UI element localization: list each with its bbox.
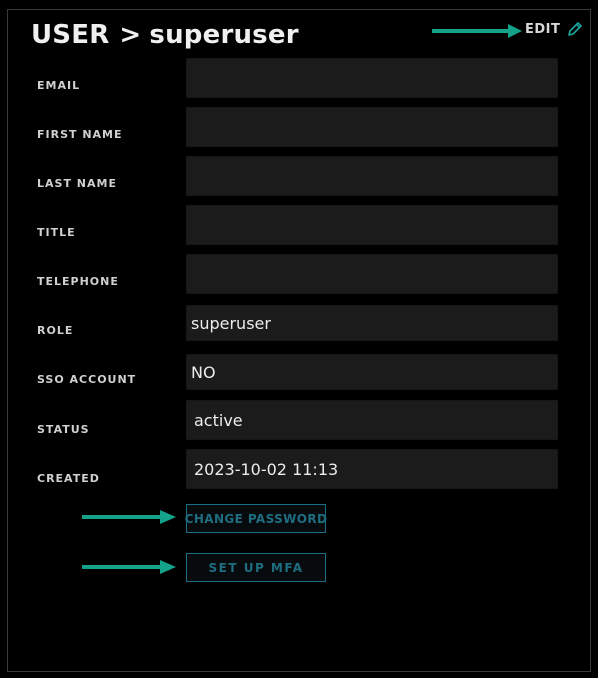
last-name-field xyxy=(186,156,558,196)
edit-button[interactable]: EDIT xyxy=(525,21,583,38)
field-label: ROLE xyxy=(37,324,74,337)
telephone-field xyxy=(186,254,558,294)
sso-account-field: NO xyxy=(186,354,558,390)
created-field: 2023-10-02 11:13 xyxy=(186,449,558,489)
role-field: superuser xyxy=(186,305,558,341)
setup-mfa-button[interactable]: SET UP MFA xyxy=(186,553,326,582)
field-label: EMAIL xyxy=(37,79,81,92)
edit-label: EDIT xyxy=(525,22,561,37)
email-field xyxy=(186,58,558,98)
pencil-icon xyxy=(568,22,583,36)
title-section: USER xyxy=(31,20,110,50)
field-label: TELEPHONE xyxy=(37,275,119,288)
title-field xyxy=(186,205,558,245)
page-title: USER > superuser xyxy=(31,20,299,50)
field-label: STATUS xyxy=(37,423,90,436)
arrow-right-icon xyxy=(82,510,176,524)
field-label: CREATED xyxy=(37,472,100,485)
arrow-right-icon xyxy=(82,560,176,574)
arrow-right-icon xyxy=(432,24,522,38)
field-label: LAST NAME xyxy=(37,177,117,190)
change-password-button[interactable]: CHANGE PASSWORD xyxy=(185,504,327,533)
first-name-field xyxy=(186,107,558,147)
user-detail-panel: USER > superuser EDIT EMAIL FIRST NAME LAS… xyxy=(7,9,591,672)
field-label: SSO ACCOUNT xyxy=(37,373,137,386)
title-username: superuser xyxy=(149,20,299,50)
status-field: active xyxy=(186,400,558,440)
field-label: TITLE xyxy=(37,226,76,239)
field-label: FIRST NAME xyxy=(37,128,123,141)
breadcrumb-separator: > xyxy=(119,20,142,50)
